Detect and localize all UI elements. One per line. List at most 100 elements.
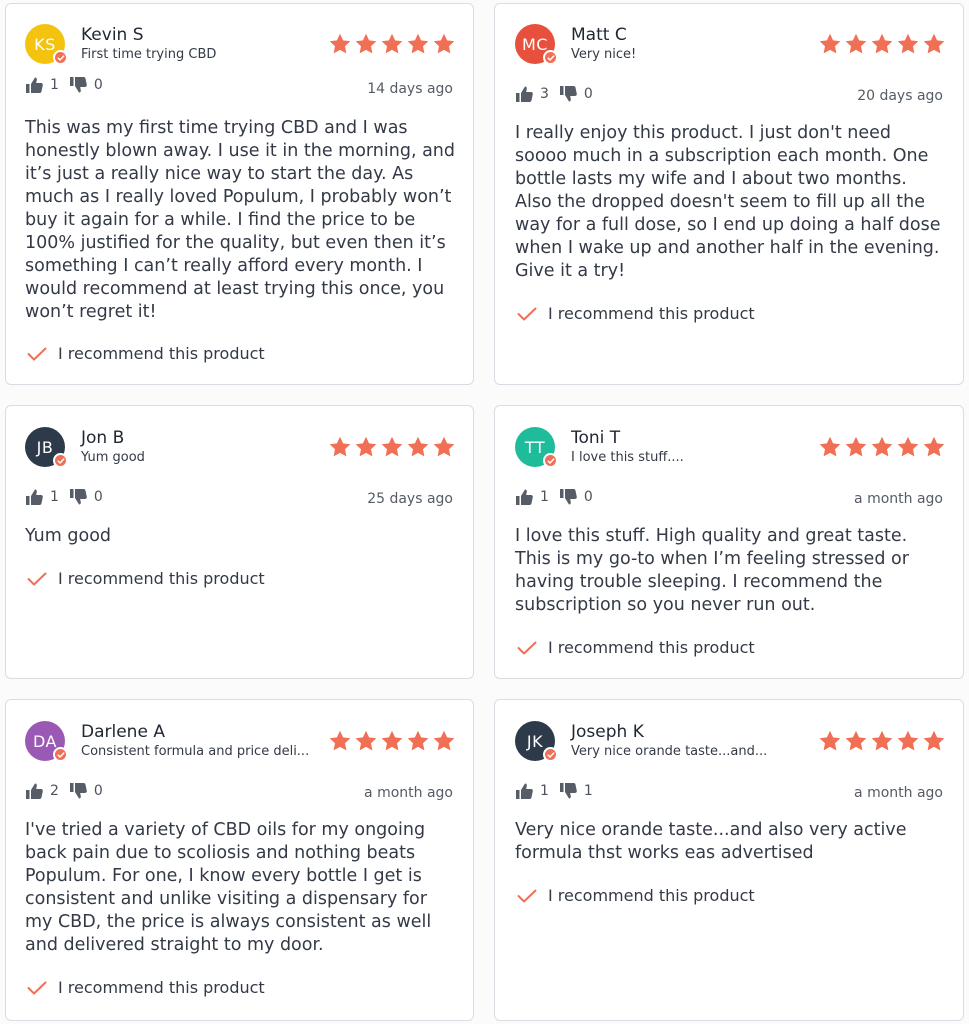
helpful-yes-count: 1	[540, 783, 549, 799]
star-icon	[407, 730, 429, 751]
reviewer-name: Darlene A	[81, 722, 165, 742]
star-icon	[381, 33, 403, 54]
reviewer-name: Matt C	[571, 25, 627, 45]
review-body: I love this stuff. High quality and grea…	[515, 526, 909, 615]
helpful-yes-count: 1	[50, 489, 59, 505]
verified-badge-icon	[53, 453, 68, 468]
review-body: Yum good	[25, 526, 112, 546]
verified-badge-icon	[543, 50, 558, 65]
review-date: a month ago	[854, 785, 943, 801]
avatar: DA	[25, 721, 68, 762]
star-icon	[845, 730, 867, 751]
helpful-yes-count: 2	[50, 783, 59, 799]
reviewer-name: Jon B	[81, 428, 125, 448]
review-title: Consistent formula and price deli...	[81, 744, 310, 759]
star-rating	[328, 729, 456, 753]
helpful-no-count: 0	[583, 489, 593, 505]
review-card: TT Toni T I love this stuff.... 10 a mon…	[494, 405, 964, 679]
recommend-label: I recommend this product	[548, 638, 755, 657]
review-body: Very nice orande taste...and also very a…	[515, 820, 907, 863]
recommend-row: I recommend this product	[517, 886, 755, 905]
verified-badge-icon	[53, 50, 68, 65]
star-icon	[329, 436, 351, 457]
review-card: JB Jon B Yum good 10 25 days ago Yum goo…	[5, 405, 474, 679]
helpful-no-count: 0	[93, 489, 103, 505]
recommend-row: I recommend this product	[27, 978, 265, 997]
thumbs-up-icon[interactable]	[25, 76, 44, 94]
review-card: JK Joseph K Very nice orande taste...and…	[494, 699, 964, 1021]
helpful-no-count: 0	[583, 86, 593, 102]
reviewer-name: Kevin S	[81, 25, 144, 45]
star-icon	[871, 436, 893, 457]
thumbs-down-icon[interactable]	[559, 782, 578, 800]
star-icon	[819, 33, 841, 54]
thumbs-down-icon[interactable]	[69, 488, 88, 506]
star-icon	[897, 436, 919, 457]
star-icon	[329, 33, 351, 54]
reviewer-name: Joseph K	[571, 722, 644, 742]
star-icon	[819, 436, 841, 457]
review-title: I love this stuff....	[571, 450, 684, 465]
recommend-label: I recommend this product	[58, 978, 265, 997]
review-date: 25 days ago	[367, 491, 453, 507]
star-icon	[407, 33, 429, 54]
review-title: Yum good	[81, 450, 145, 465]
star-icon	[355, 436, 377, 457]
star-icon	[407, 436, 429, 457]
review-card: KS Kevin S First time trying CBD 10 14 d…	[5, 3, 474, 385]
check-icon	[27, 347, 47, 360]
review-body: This was my first time trying CBD and I …	[25, 118, 455, 322]
recommend-label: I recommend this product	[548, 304, 755, 323]
verified-badge-icon	[543, 747, 558, 762]
star-icon	[433, 33, 455, 54]
thumbs-down-icon[interactable]	[69, 782, 88, 800]
verified-badge-icon	[53, 747, 68, 762]
star-icon	[329, 730, 351, 751]
star-icon	[897, 33, 919, 54]
thumbs-up-icon[interactable]	[515, 488, 534, 506]
star-icon	[923, 730, 945, 751]
thumbs-up-icon[interactable]	[515, 85, 534, 103]
recommend-row: I recommend this product	[517, 304, 755, 323]
helpful-votes: 10	[25, 488, 113, 506]
helpful-votes: 10	[515, 488, 603, 506]
review-date: 20 days ago	[857, 88, 943, 104]
review-body: I really enjoy this product. I just don'…	[515, 123, 941, 281]
verified-badge-icon	[543, 453, 558, 468]
star-rating	[818, 729, 946, 753]
recommend-label: I recommend this product	[58, 344, 265, 363]
thumbs-up-icon[interactable]	[25, 782, 44, 800]
star-rating	[328, 32, 456, 56]
avatar: MC	[515, 24, 558, 65]
avatar: JB	[25, 427, 68, 468]
recommend-row: I recommend this product	[517, 638, 755, 657]
star-icon	[845, 33, 867, 54]
recommend-row: I recommend this product	[27, 344, 265, 363]
check-icon	[517, 641, 537, 654]
thumbs-up-icon[interactable]	[25, 488, 44, 506]
star-rating	[328, 435, 456, 459]
thumbs-down-icon[interactable]	[559, 85, 578, 103]
star-icon	[381, 436, 403, 457]
check-icon	[27, 981, 47, 994]
review-title: Very nice orande taste...and...	[571, 744, 768, 759]
star-rating	[818, 435, 946, 459]
star-icon	[433, 730, 455, 751]
star-icon	[819, 730, 841, 751]
helpful-votes: 10	[25, 76, 113, 94]
review-date: 14 days ago	[367, 81, 453, 97]
helpful-no-count: 1	[583, 783, 593, 799]
recommend-label: I recommend this product	[58, 569, 265, 588]
thumbs-down-icon[interactable]	[559, 488, 578, 506]
star-icon	[381, 730, 403, 751]
star-icon	[355, 33, 377, 54]
star-icon	[433, 436, 455, 457]
thumbs-up-icon[interactable]	[515, 782, 534, 800]
avatar: TT	[515, 427, 558, 468]
thumbs-down-icon[interactable]	[69, 76, 88, 94]
review-title: First time trying CBD	[81, 47, 217, 62]
recommend-label: I recommend this product	[548, 886, 755, 905]
helpful-yes-count: 1	[540, 489, 549, 505]
star-rating	[818, 32, 946, 56]
star-icon	[845, 436, 867, 457]
